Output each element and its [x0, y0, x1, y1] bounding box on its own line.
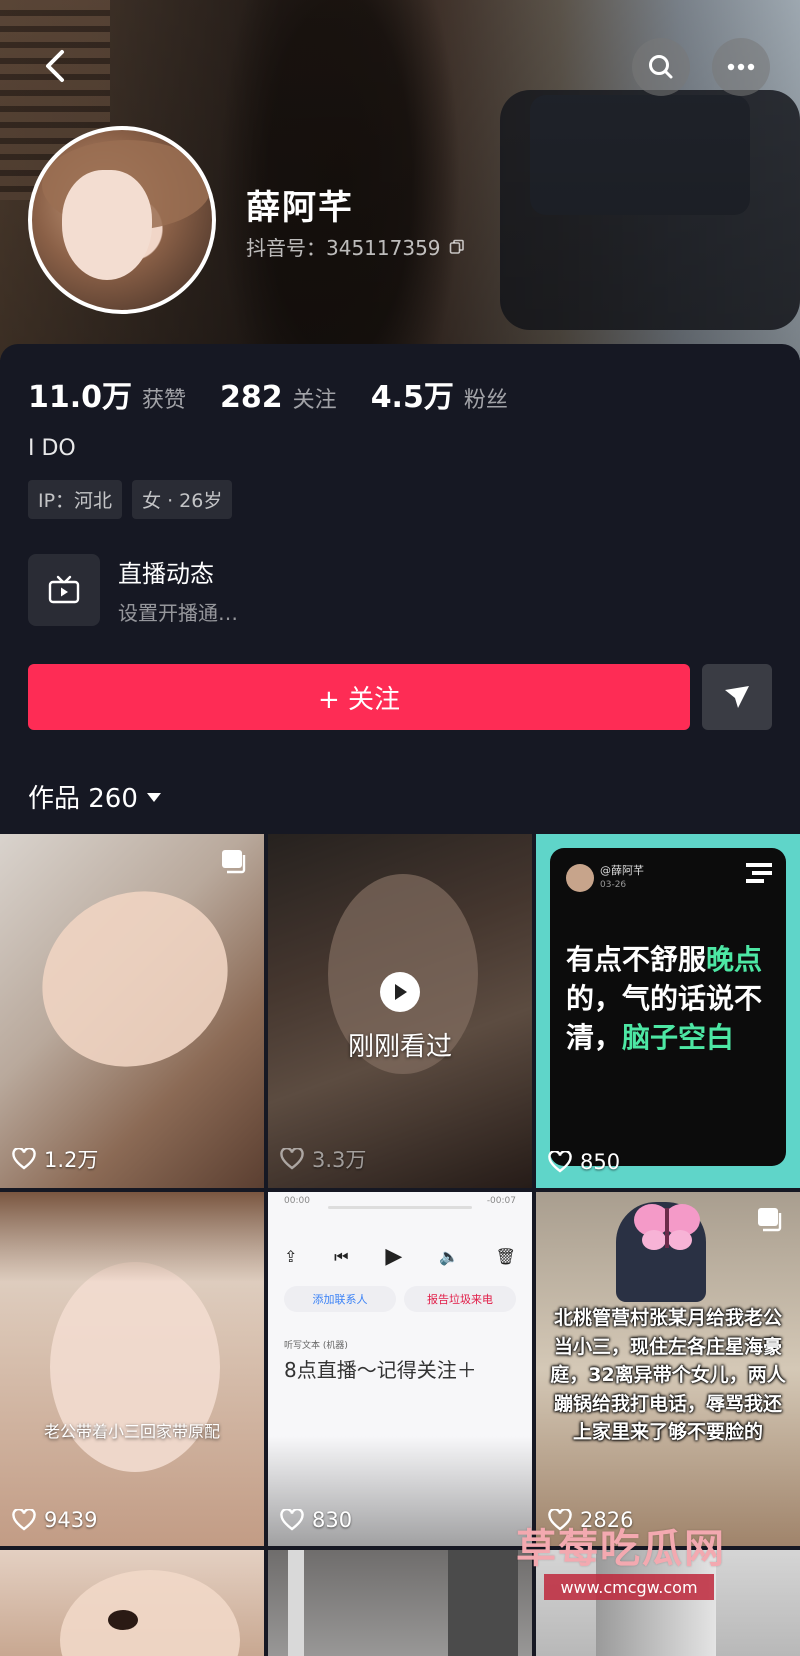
paper-plane-icon	[725, 686, 749, 708]
profile-name: 薛阿芊	[246, 188, 354, 228]
search-button[interactable]	[632, 38, 690, 96]
audio-controls: ⇪ ⏮ ▶ 🔈 🗑	[284, 1244, 516, 1269]
live-updates-entry[interactable]: 直播动态 设置开播通…	[28, 554, 238, 626]
image-set-icon	[758, 1208, 782, 1232]
audio-progress-track	[328, 1206, 472, 1209]
avatar[interactable]	[28, 126, 216, 314]
text-post-card: @薛阿芊 03-26 有点不舒服晚点的，气的话说不清，脑子空白	[550, 848, 786, 1166]
video-card[interactable]: 1.2万	[0, 834, 264, 1188]
video-card[interactable]: @薛阿芊 03-26 有点不舒服晚点的，气的话说不清，脑子空白 850	[536, 834, 800, 1188]
video-card[interactable]: 00:00 -00:07 ⇪ ⏮ ▶ 🔈 🗑 添加联系人 报告垃圾来电 听写文本…	[268, 1192, 532, 1546]
video-card[interactable]: 北桃管营村张某月给我老公当小三，现住左各庄星海豪庭，32离异带个女儿，两人蹦锅给…	[536, 1192, 800, 1546]
stat-followers-value: 4.5万	[370, 380, 454, 415]
stat-following[interactable]: 282 关注	[220, 380, 337, 415]
chevron-left-icon	[46, 50, 64, 82]
trash-icon: 🗑	[495, 1247, 516, 1266]
audio-time-right: -00:07	[486, 1196, 516, 1206]
play-icon	[380, 972, 420, 1012]
post-text: 有点不舒服晚点的，气的话说不清，脑子空白	[566, 943, 763, 1055]
more-dots-icon	[727, 63, 755, 71]
live-subtitle: 设置开播通…	[118, 601, 238, 625]
tag-gender-age: 女 · 26岁	[132, 480, 233, 519]
heart-icon	[12, 1509, 36, 1531]
tab-works[interactable]: 作品 260	[28, 778, 162, 815]
send-message-button[interactable]	[702, 664, 772, 730]
copy-icon[interactable]	[449, 239, 465, 255]
butterfly-sticker-icon	[634, 1204, 700, 1250]
profile-bio: I DO	[28, 436, 76, 461]
watermark-title: 草莓吃瓜网	[516, 1526, 726, 1572]
report-spam-pill: 报告垃圾来电	[404, 1286, 516, 1312]
like-count: 830	[280, 1508, 352, 1532]
heart-icon	[280, 1509, 304, 1531]
post-date: 03-26	[600, 880, 627, 890]
more-options-button[interactable]	[712, 38, 770, 96]
back-button[interactable]	[36, 44, 76, 88]
like-count: 850	[548, 1150, 620, 1174]
like-count: 9439	[12, 1508, 97, 1532]
stat-following-value: 282	[220, 380, 283, 415]
video-caption: 北桃管营村张某月给我老公当小三，现住左各庄星海豪庭，32离异带个女儿，两人蹦锅给…	[550, 1307, 786, 1443]
tab-works-label: 作品 260	[28, 784, 138, 814]
menu-lines-icon	[746, 863, 772, 883]
stat-likes-label: 获赞	[142, 388, 187, 413]
live-title: 直播动态	[118, 560, 214, 588]
douyin-id[interactable]: 抖音号：345117359	[246, 232, 465, 261]
like-count: 3.3万	[280, 1144, 366, 1174]
video-card[interactable]	[268, 1550, 532, 1656]
profile-stats: 11.0万 获赞 282 关注 4.5万 粉丝	[28, 372, 508, 416]
rewind-icon: ⏮	[334, 1246, 349, 1266]
live-tv-icon	[28, 554, 100, 626]
heart-icon	[12, 1148, 36, 1170]
video-card[interactable]: 刚刚看过 3.3万	[268, 834, 532, 1188]
add-contact-pill: 添加联系人	[284, 1286, 396, 1312]
stat-followers-label: 粉丝	[463, 388, 508, 413]
audio-times: 00:00 -00:07	[284, 1196, 516, 1206]
video-card[interactable]	[0, 1550, 264, 1656]
recently-watched-label: 刚刚看过	[347, 1032, 452, 1062]
post-avatar	[566, 864, 594, 892]
heart-icon	[548, 1151, 572, 1173]
volume-icon: 🔈	[438, 1247, 459, 1266]
video-caption: 老公带着小三回家带原配	[43, 1422, 220, 1441]
profile-panel: 11.0万 获赞 282 关注 4.5万 粉丝 I DO IP：河北 女 · 2…	[0, 344, 800, 834]
follow-button-label: + 关注	[317, 684, 401, 715]
stat-likes-value: 11.0万	[28, 380, 133, 415]
tag-ip-location: IP：河北	[28, 480, 123, 519]
image-set-icon	[222, 850, 246, 874]
transcript-note: 听写文本 (机器)	[284, 1341, 348, 1351]
like-count: 1.2万	[12, 1144, 98, 1174]
heart-icon	[280, 1148, 304, 1170]
share-icon: ⇪	[284, 1247, 298, 1266]
follow-button[interactable]: + 关注	[28, 664, 690, 730]
caret-down-icon	[146, 792, 161, 802]
audio-time-left: 00:00	[284, 1196, 310, 1206]
stat-following-label: 关注	[292, 388, 337, 413]
watermark-url: www.cmcgw.com	[544, 1574, 714, 1600]
search-icon	[649, 55, 673, 79]
video-card[interactable]: 老公带着小三回家带原配 9439	[0, 1192, 264, 1546]
profile-tags: IP：河北 女 · 26岁	[28, 480, 233, 519]
douyin-id-text: 抖音号：345117359	[246, 236, 441, 260]
play-icon: ▶	[385, 1244, 403, 1269]
stat-likes[interactable]: 11.0万 获赞	[28, 372, 186, 416]
post-handle: @薛阿芊	[600, 864, 644, 877]
stat-followers[interactable]: 4.5万 粉丝	[371, 372, 508, 416]
audio-action-buttons: 添加联系人 报告垃圾来电	[284, 1286, 516, 1312]
video-caption: 8点直播～记得关注＋	[284, 1358, 477, 1382]
